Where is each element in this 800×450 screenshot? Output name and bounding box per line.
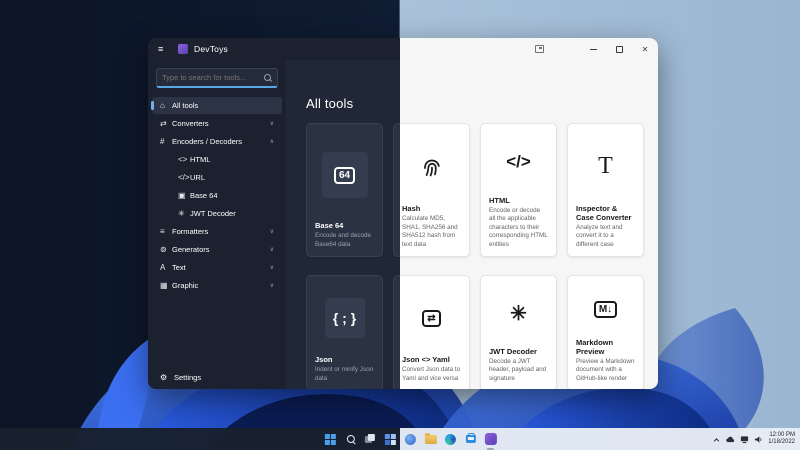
chevron-down-icon[interactable]: ∨ xyxy=(270,120,274,127)
code-brackets-icon: </> xyxy=(506,152,531,172)
chevron-down-icon[interactable]: ∨ xyxy=(270,228,274,235)
window-title: DevToys xyxy=(194,44,228,54)
chevron-down-icon[interactable]: ∨ xyxy=(270,264,274,271)
search-icon[interactable] xyxy=(264,73,272,82)
sidebar-item-html[interactable]: <> HTML xyxy=(152,151,282,168)
taskbar-clock[interactable]: 12:00 PM 1/18/2022 xyxy=(768,432,795,446)
task-view-icon xyxy=(364,433,376,445)
clock-time: 12:00 PM xyxy=(769,432,795,438)
tool-card-json-yaml[interactable]: ⇄ Json <> Yaml Convert Json data to Yaml… xyxy=(400,275,470,389)
sidebar-nav: ⌂ All tools ⇄ Converters ∨ # Encoders / … xyxy=(148,94,286,367)
home-icon: ⌂ xyxy=(160,101,165,110)
tray-chevron-up-icon[interactable] xyxy=(712,435,721,444)
file-explorer-button[interactable] xyxy=(424,432,437,446)
devtoys-taskbar-button[interactable] xyxy=(484,433,497,450)
clock-date: 1/18/2022 xyxy=(768,439,795,445)
sidebar-item-jwt-decoder[interactable]: ✳ JWT Decoder xyxy=(152,205,282,222)
chevron-down-icon[interactable]: ∨ xyxy=(270,246,274,253)
task-view-button[interactable] xyxy=(364,433,377,446)
graphic-tools-icon: ▦ xyxy=(160,281,168,290)
sidebar-item-base64[interactable]: ▣ Base 64 xyxy=(152,187,282,204)
desktop: ≡ DevToys ✕ ⌂ xyxy=(0,0,800,450)
sidebar-item-all-tools[interactable]: ⌂ All tools xyxy=(151,97,282,114)
chat-icon xyxy=(404,433,416,445)
url-tool-icon: </> xyxy=(178,173,190,182)
folder-icon xyxy=(424,432,437,444)
formatters-icon: ≡ xyxy=(160,227,165,236)
sidebar: ⌂ All tools ⇄ Converters ∨ # Encoders / … xyxy=(148,60,286,389)
sidebar-item-graphic[interactable]: ▦ Graphic ∨ xyxy=(152,277,282,294)
chevron-up-icon[interactable]: ∧ xyxy=(270,138,274,145)
windows-logo-icon xyxy=(324,433,336,445)
minimize-icon xyxy=(589,48,597,50)
widgets-button[interactable] xyxy=(384,433,397,446)
tool-card-markdown[interactable]: M↓ Markdown Preview Preview a Markdown d… xyxy=(567,275,644,389)
devtoys-logo-icon xyxy=(178,44,188,54)
tool-card-inspector[interactable]: T Inspector & Case Converter Analyze tex… xyxy=(567,123,644,257)
maximize-button[interactable] xyxy=(606,38,632,60)
json-braces-icon: { ; } xyxy=(324,298,365,338)
gear-icon: ⚙ xyxy=(160,372,168,382)
letter-t-icon: T xyxy=(598,152,613,179)
sidebar-item-encoders-decoders[interactable]: # Encoders / Decoders ∧ xyxy=(152,133,282,150)
encoders-icon: # xyxy=(160,137,165,146)
sidebar-item-text[interactable]: A Text ∨ xyxy=(152,259,282,276)
sidebar-item-formatters[interactable]: ≡ Formatters ∨ xyxy=(152,223,282,240)
tool-card-json[interactable]: { ; } Json Indent or minify Json data xyxy=(306,275,383,389)
tool-card-jwt[interactable]: ✳ JWT Decoder Decode a JWT header, paylo… xyxy=(480,275,557,389)
speaker-icon[interactable] xyxy=(754,435,763,444)
onedrive-cloud-icon[interactable] xyxy=(726,435,735,444)
tool-card-hash[interactable]: Hash Calculate MD5, SHA1, SHA256 and SHA… xyxy=(400,123,470,257)
tool-card-html[interactable]: </> HTML Encode or decode all the applic… xyxy=(480,123,557,257)
store-icon xyxy=(465,432,476,443)
chat-button[interactable] xyxy=(404,433,417,446)
sidebar-item-settings[interactable]: ⚙ Settings xyxy=(148,367,286,387)
sidebar-item-generators[interactable]: ⊚ Generators ∨ xyxy=(152,241,282,258)
tool-card-base64[interactable]: 64 Base 64 Encode and decode Base64 data xyxy=(306,123,383,257)
search-box[interactable] xyxy=(156,68,278,88)
jwt-tool-icon: ✳ xyxy=(178,209,185,218)
search-input[interactable] xyxy=(162,73,264,82)
base64-icon: 64 xyxy=(321,152,368,198)
base64-tool-icon: ▣ xyxy=(178,191,186,200)
search-icon xyxy=(346,435,355,443)
close-button[interactable]: ✕ xyxy=(632,38,658,60)
edge-button[interactable] xyxy=(444,433,457,446)
edge-icon xyxy=(444,433,456,445)
devtoys-app-icon xyxy=(484,433,497,445)
hamburger-menu-icon[interactable]: ≡ xyxy=(158,38,170,60)
devtoys-window: ≡ DevToys ✕ ⌂ xyxy=(148,38,658,389)
store-button[interactable] xyxy=(464,432,477,446)
maximize-icon xyxy=(615,45,623,53)
sidebar-item-url[interactable]: </> URL xyxy=(152,169,282,186)
network-icon[interactable] xyxy=(740,435,749,444)
compact-overlay-icon[interactable] xyxy=(535,45,544,53)
burst-icon: ✳ xyxy=(510,303,527,326)
converters-icon: ⇄ xyxy=(160,119,167,128)
generators-icon: ⊚ xyxy=(160,245,167,254)
chevron-down-icon[interactable]: ∨ xyxy=(270,282,274,289)
start-button[interactable] xyxy=(324,433,337,446)
markdown-icon: M↓ xyxy=(586,289,626,329)
text-tools-icon: A xyxy=(160,263,166,272)
widgets-icon xyxy=(384,433,396,445)
taskbar: 12:00 PM 1/18/2022 xyxy=(0,428,800,450)
sidebar-item-converters[interactable]: ⇄ Converters ∨ xyxy=(152,115,282,132)
html-tool-icon: <> xyxy=(178,155,188,164)
fingerprint-icon xyxy=(409,144,455,190)
convert-arrows-icon: ⇄ xyxy=(412,298,452,338)
minimize-button[interactable] xyxy=(580,38,606,60)
taskbar-search-button[interactable] xyxy=(344,433,357,446)
